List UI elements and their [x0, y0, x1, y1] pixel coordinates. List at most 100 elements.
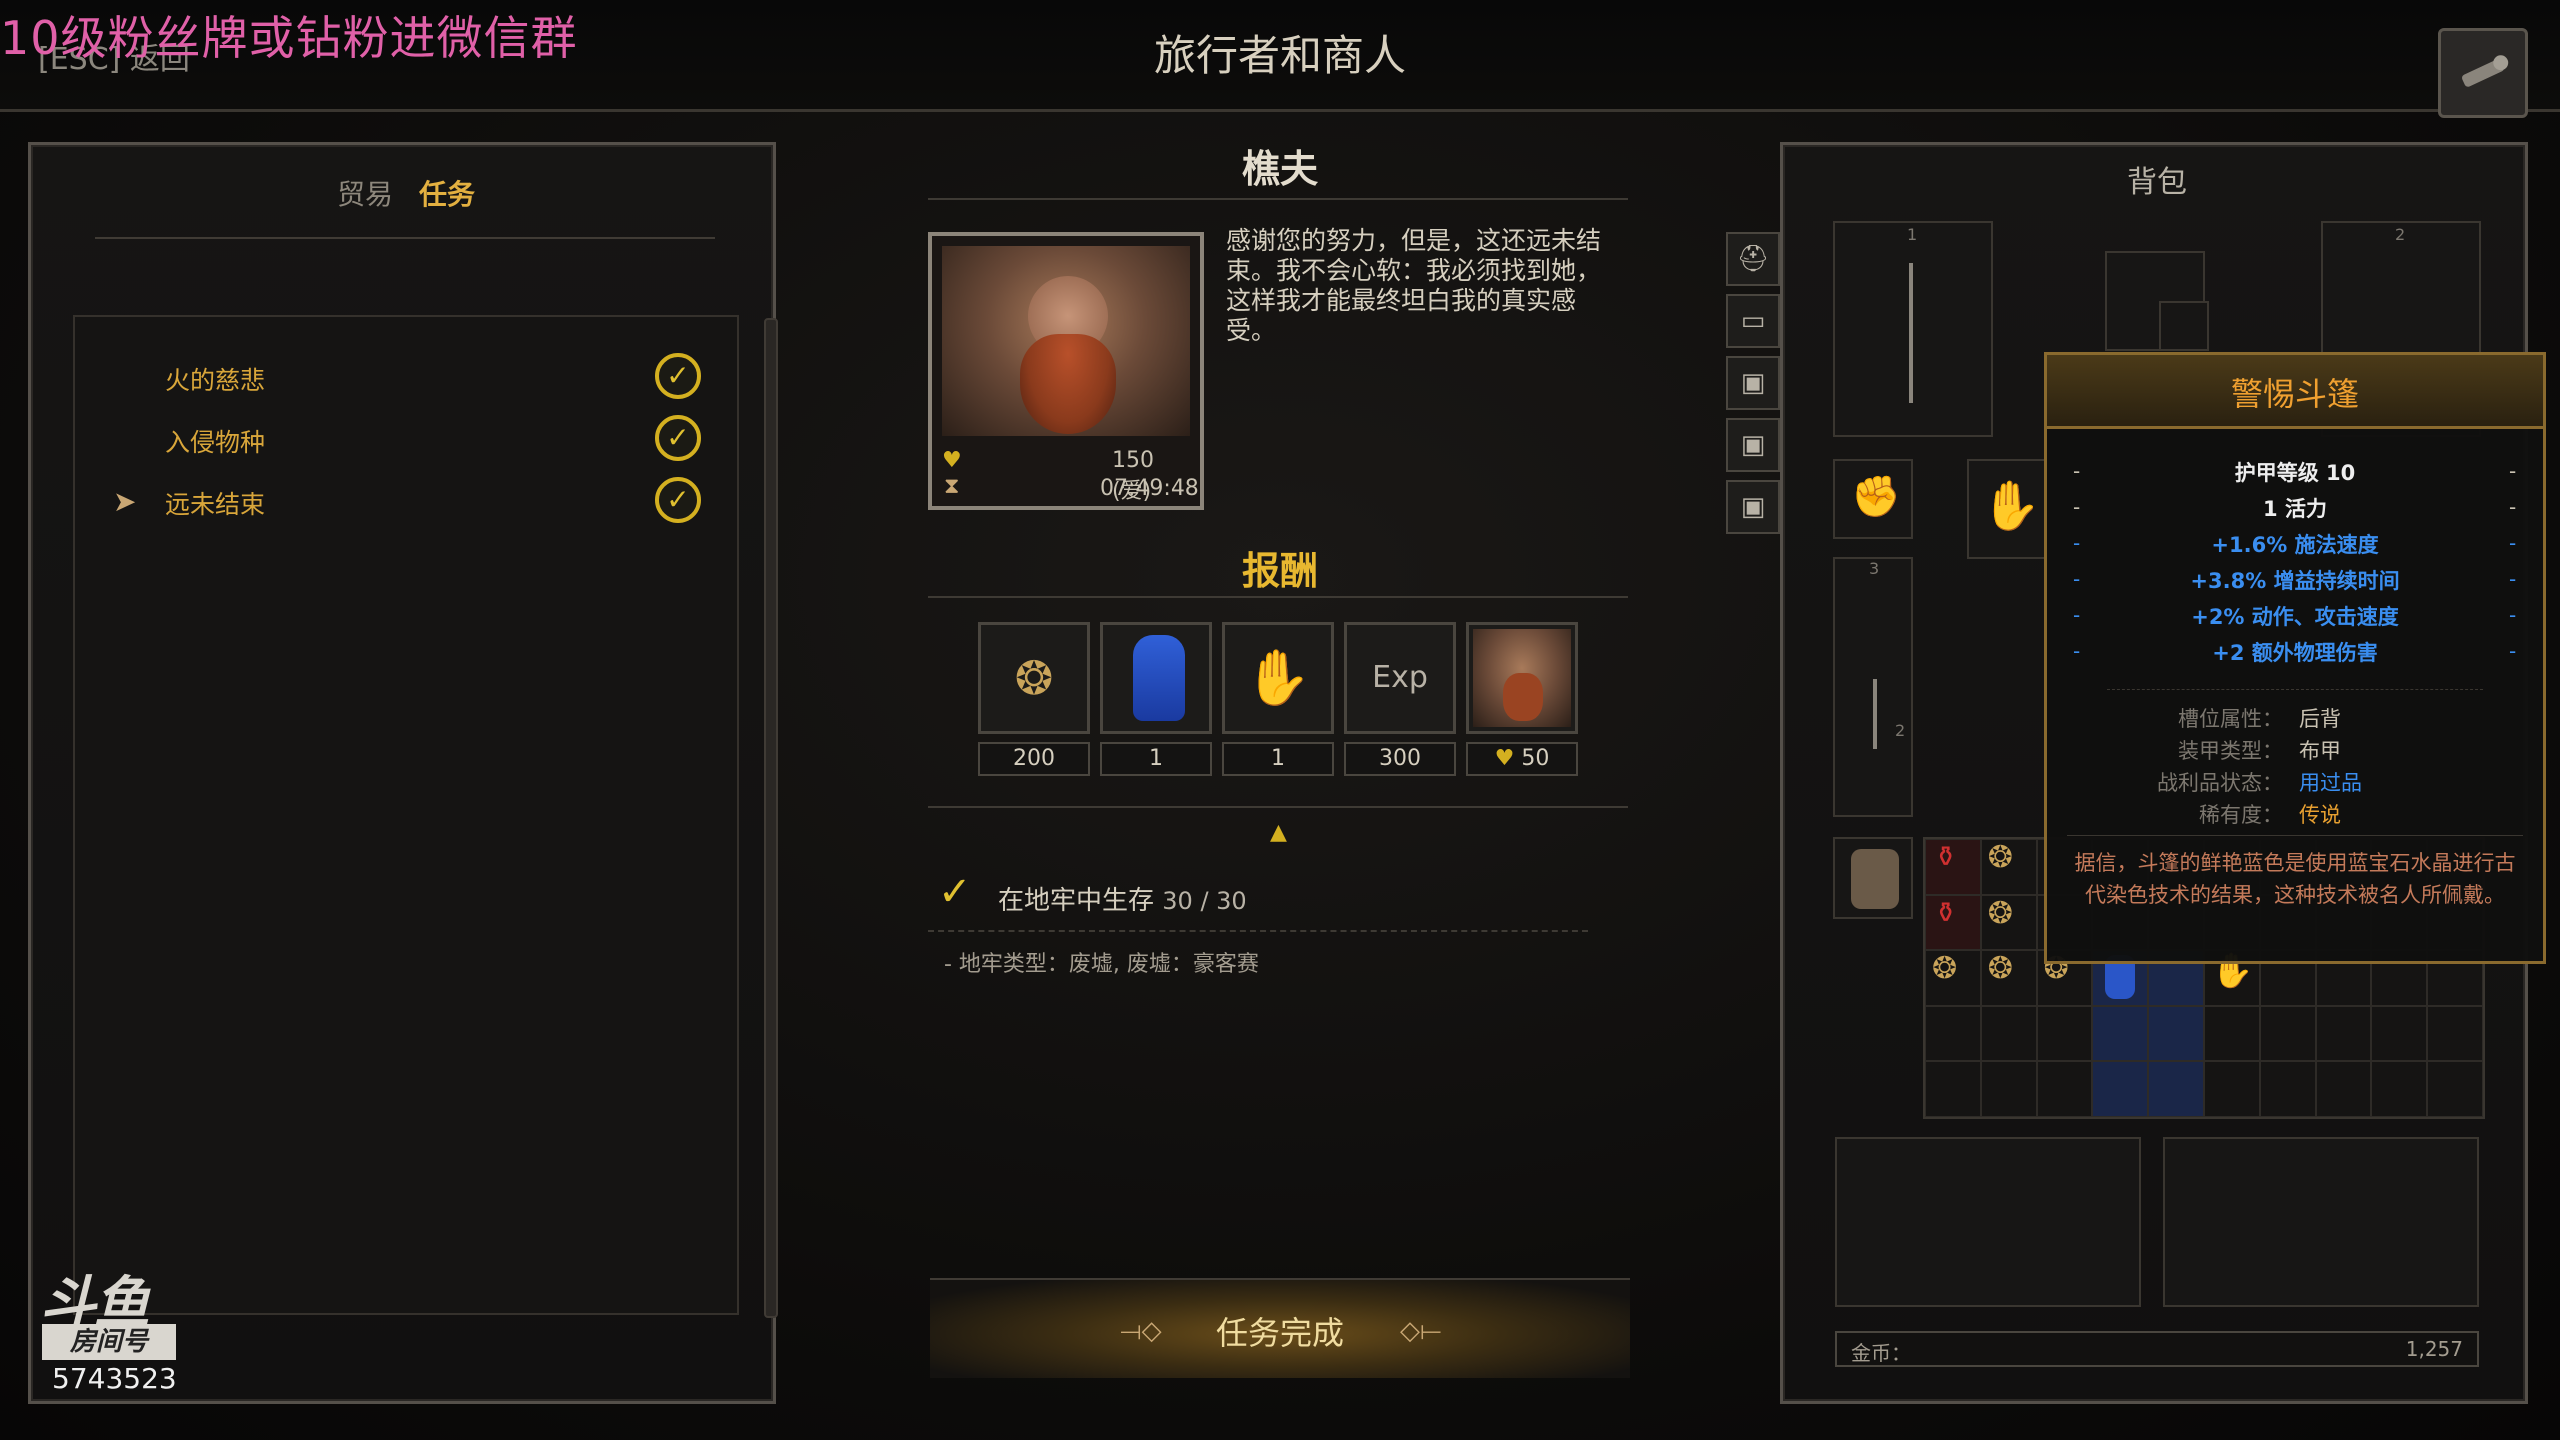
check-circle-icon: ✓: [655, 415, 701, 461]
check-circle-icon: ✓: [655, 353, 701, 399]
chest-filter-button[interactable]: ▭: [1726, 294, 1780, 348]
gloves-icon: ✋: [1981, 478, 2041, 534]
reward-slot-affinity[interactable]: [1466, 622, 1578, 734]
complete-quest-button[interactable]: ⟞◇ 任务完成 ◇⟝: [930, 1278, 1630, 1378]
objective-progress: 30 / 30: [1162, 887, 1247, 915]
scrollbar[interactable]: [764, 318, 778, 1318]
reward-slot-cloak[interactable]: [1100, 622, 1212, 734]
inventory-cell[interactable]: [2092, 1061, 2149, 1117]
slot-number: 3: [1869, 559, 1880, 578]
tooltip-header: 警惕斗篷: [2047, 355, 2543, 429]
inventory-cell[interactable]: [2203, 1005, 2260, 1062]
gold-coins-icon: ❂: [1987, 895, 2013, 931]
utility-slots[interactable]: 3 2: [1833, 557, 1913, 817]
inventory-cell[interactable]: [2259, 1005, 2316, 1062]
backpack-slot[interactable]: [1833, 837, 1913, 919]
stash-slot-right[interactable]: [2163, 1137, 2479, 1307]
weapon-slot-1[interactable]: 1: [1833, 221, 1993, 437]
prop-key: 装甲类型：: [2178, 739, 2283, 763]
divider: [928, 596, 1628, 598]
inventory-cell[interactable]: [1980, 1005, 2037, 1062]
divider: [928, 930, 1588, 932]
stash-slot-left[interactable]: [1835, 1137, 2141, 1307]
portrait-image: [942, 246, 1190, 436]
quest-item[interactable]: 入侵物种 ✓: [75, 409, 735, 469]
npc-dialog: 感谢您的努力，但是，这还远未结束。我不会心软：我必须找到她，这样我才能最终坦白我…: [1226, 226, 1602, 345]
chest-icon: ▣: [1740, 492, 1766, 522]
inventory-cell[interactable]: [2203, 1061, 2260, 1117]
inventory-cell[interactable]: [1980, 1061, 2037, 1117]
heart-icon: ♥: [1494, 746, 1515, 771]
left-panel: 贸易 任务 火的慈悲 ✓ 入侵物种 ✓ ➤ 远未结束 ✓: [28, 142, 776, 1404]
exp-icon: Exp: [1372, 660, 1428, 695]
blue-cloak-icon: [1133, 635, 1185, 721]
inventory-cell[interactable]: [1925, 1061, 1981, 1117]
checkmark-icon: ✓: [938, 869, 972, 915]
inventory-cell[interactable]: [2427, 1061, 2483, 1117]
inventory-cell[interactable]: [2092, 1005, 2149, 1062]
quest-item[interactable]: 火的慈悲 ✓: [75, 347, 735, 407]
inventory-cell[interactable]: ❂: [1980, 894, 2037, 951]
stash-button-3[interactable]: ▣: [1726, 480, 1780, 534]
inventory-cell[interactable]: ⚱: [1925, 894, 1981, 951]
slot-number: 2: [2395, 225, 2406, 244]
inventory-cell[interactable]: ❂: [1925, 950, 1981, 1006]
inventory-cell[interactable]: [2315, 1061, 2372, 1117]
inventory-cell[interactable]: [2036, 1005, 2093, 1062]
quest-label: 火的慈悲: [165, 366, 266, 395]
chest-icon: ▣: [1740, 430, 1766, 460]
inventory-cell[interactable]: [1925, 1005, 1981, 1062]
inventory-cell[interactable]: [2371, 1005, 2428, 1062]
quest-item-selected[interactable]: ➤ 远未结束 ✓: [75, 471, 735, 531]
reward-slot-gloves[interactable]: ✋: [1222, 622, 1334, 734]
divider: [95, 237, 715, 239]
sword-icon: [1909, 263, 1913, 403]
stat-line: +3.8% 增益持续时间: [2190, 569, 2400, 593]
reward-slot-exp[interactable]: Exp: [1344, 622, 1456, 734]
stat-line: +2% 动作、攻击速度: [2191, 605, 2399, 629]
slot-number: 2: [1895, 721, 1906, 740]
stash-button-1[interactable]: ▣: [1726, 356, 1780, 410]
item-description: 据信，斗篷的鲜艳蓝色是使用蓝宝石水晶进行古代染色技术的结果，这种技术被名人所佩戴…: [2074, 851, 2516, 907]
npc-portrait: ♥ 150 (爱) ⧗ 07:49:48: [928, 232, 1204, 510]
inventory-cell[interactable]: [2315, 1005, 2372, 1062]
affinity-reward: 50: [1521, 746, 1550, 771]
prop-value: 后背: [2299, 707, 2341, 731]
complete-quest-label: 任务完成: [1215, 1314, 1344, 1352]
inventory-cell[interactable]: [2148, 1061, 2204, 1117]
inventory-cell[interactable]: [2427, 1005, 2483, 1062]
gloves-slot[interactable]: ✊: [1833, 459, 1913, 539]
stat-line: +1.6% 施法速度: [2211, 533, 2379, 557]
inventory-cell[interactable]: [2371, 1061, 2428, 1117]
dash-marker: -: [2509, 567, 2517, 591]
inventory-cell[interactable]: ⚱: [1925, 839, 1981, 895]
selection-arrow-icon: ➤: [113, 485, 137, 518]
prop-key: 战利品状态：: [2157, 771, 2283, 795]
spyglass-button[interactable]: [2438, 28, 2528, 118]
reward-slot-gold[interactable]: ❂: [978, 622, 1090, 734]
dash-marker: -: [2509, 531, 2517, 555]
triangle-up-icon: ▲: [1270, 820, 1287, 845]
gold-coins-icon: ❂: [1987, 840, 2013, 875]
prop-value: 传说: [2299, 803, 2341, 827]
stat-line: +2 额外物理伤害: [2212, 641, 2378, 665]
inventory-cell[interactable]: [2148, 1005, 2204, 1062]
room-id: 5743523: [52, 1362, 177, 1395]
gold-coins-icon: ❂: [1987, 951, 2013, 987]
gold-value: 1,257: [2405, 1337, 2463, 1361]
inventory-cell[interactable]: ❂: [1980, 839, 2037, 895]
gold-coins-icon: ❂: [1932, 951, 1958, 987]
inventory-cell[interactable]: [2259, 1061, 2316, 1117]
torch-icon: [1873, 679, 1877, 749]
prop-key: 稀有度：: [2199, 803, 2283, 827]
dash-marker: -: [2073, 495, 2081, 519]
helmet-filter-button[interactable]: ⛑: [1726, 232, 1780, 286]
portrait-beard: [1020, 334, 1116, 434]
inventory-cell[interactable]: [2036, 1061, 2093, 1117]
hands-slot[interactable]: ✋: [1967, 459, 2047, 559]
inventory-cell[interactable]: ❂: [1980, 950, 2037, 1006]
stash-button-2[interactable]: ▣: [1726, 418, 1780, 472]
dash-marker: -: [2073, 567, 2081, 591]
necklace-slot[interactable]: [2159, 301, 2209, 351]
reward-value: 1: [1100, 742, 1212, 776]
